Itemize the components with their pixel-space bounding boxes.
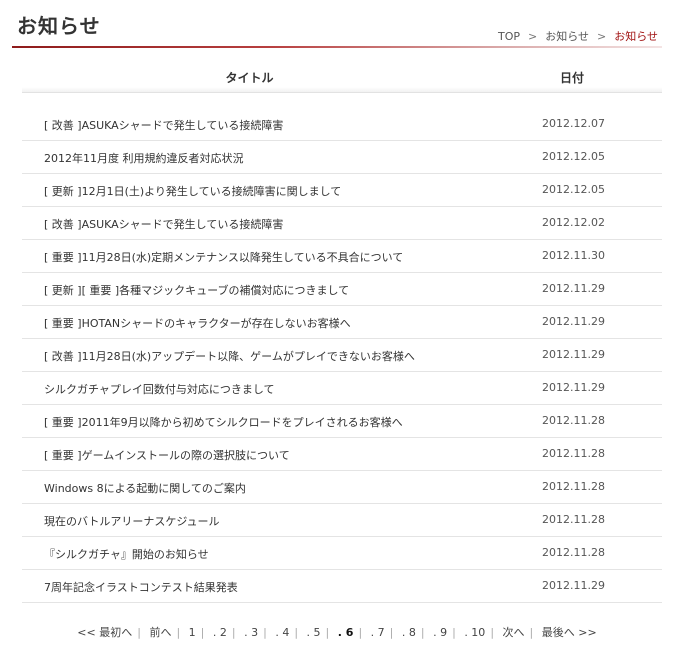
table-row: 7周年記念イラストコンテスト結果発表 2012.11.29 bbox=[22, 570, 662, 603]
notice-title-link[interactable]: 2012年11月度 利用規約違反者対応状況 bbox=[44, 150, 244, 166]
pagination-separator: | bbox=[358, 626, 363, 639]
pagination-separator: | bbox=[263, 626, 267, 639]
notice-date: 2012.11.28 bbox=[542, 414, 605, 427]
pagination-separator: | bbox=[176, 626, 181, 639]
pagination-page-8[interactable]: . 8 bbox=[397, 626, 421, 639]
pagination-separator: | bbox=[200, 626, 205, 639]
pagination-page-1[interactable]: 1 bbox=[184, 626, 201, 639]
notice-date: 2012.11.29 bbox=[542, 348, 605, 361]
table-row: 現在のバトルアリーナスケジュール 2012.11.28 bbox=[22, 504, 662, 537]
notice-list: [ 改善 ]ASUKAシャードで発生している接続障害 2012.12.07 201… bbox=[22, 108, 662, 603]
notice-title-link[interactable]: [ 重要 ]11月28日(水)定期メンテナンス以降発生している不具合について bbox=[44, 249, 403, 265]
notice-date: 2012.11.29 bbox=[542, 315, 605, 328]
pagination-page-3[interactable]: . 3 bbox=[239, 626, 263, 639]
pagination-next-link[interactable]: 次へ bbox=[498, 624, 530, 640]
table-row: 『シルクガチャ』開始のお知らせ 2012.11.28 bbox=[22, 537, 662, 570]
pagination-last-link[interactable]: 最後へ >> bbox=[537, 624, 602, 640]
pagination-separator: | bbox=[294, 626, 299, 639]
notice-title-link[interactable]: [ 重要 ]HOTANシャードのキャラクターが存在しないお客様へ bbox=[44, 315, 351, 331]
table-row: [ 重要 ]ゲームインストールの際の選択肢について 2012.11.28 bbox=[22, 438, 662, 471]
notice-date: 2012.11.29 bbox=[542, 381, 605, 394]
table-row: Windows 8による起動に関してのご案内 2012.11.28 bbox=[22, 471, 662, 504]
notice-date: 2012.11.28 bbox=[542, 546, 605, 559]
notice-date: 2012.11.29 bbox=[542, 282, 605, 295]
pagination-separator: | bbox=[490, 626, 495, 639]
notice-date: 2012.11.30 bbox=[542, 249, 605, 262]
column-header-title: タイトル bbox=[225, 71, 274, 85]
pagination-page-2[interactable]: . 2 bbox=[208, 626, 232, 639]
breadcrumb-top-link[interactable]: TOP bbox=[498, 30, 520, 43]
column-header-date: 日付 bbox=[559, 71, 584, 85]
pagination-page-7[interactable]: . 7 bbox=[366, 626, 390, 639]
notice-title-link[interactable]: シルクガチャプレイ回数付与対応につきまして bbox=[44, 381, 275, 397]
pagination-first-link[interactable]: << 最初へ bbox=[72, 624, 137, 640]
page-title: お知らせ bbox=[17, 14, 101, 38]
notice-title-link[interactable]: [ 改善 ]ASUKAシャードで発生している接続障害 bbox=[44, 117, 283, 133]
pagination-separator: | bbox=[325, 626, 330, 639]
pagination-separator: | bbox=[231, 626, 236, 639]
table-header: タイトル 日付 bbox=[22, 60, 662, 93]
pagination-page-10[interactable]: . 10 bbox=[459, 626, 490, 639]
notice-date: 2012.11.28 bbox=[542, 447, 605, 460]
notice-title-link[interactable]: 『シルクガチャ』開始のお知らせ bbox=[44, 546, 209, 562]
table-row: [ 改善 ]11月28日(水)アップデート以降、ゲームがプレイできないお客様へ 2… bbox=[22, 339, 662, 372]
breadcrumb-separator: > bbox=[597, 29, 607, 43]
notice-date: 2012.11.28 bbox=[542, 513, 605, 526]
notice-title-link[interactable]: [ 重要 ]2011年9月以降から初めてシルクロードをプレイされるお客様へ bbox=[44, 414, 403, 430]
notice-date: 2012.12.05 bbox=[542, 183, 605, 196]
notice-date: 2012.12.07 bbox=[542, 117, 605, 130]
notice-title-link[interactable]: [ 重要 ]ゲームインストールの際の選択肢について bbox=[44, 447, 290, 463]
breadcrumb-notice-link[interactable]: お知らせ bbox=[545, 28, 589, 44]
table-row: [ 改善 ]ASUKAシャードで発生している接続障害 2012.12.02 bbox=[22, 207, 662, 240]
breadcrumb-current: お知らせ bbox=[614, 30, 658, 43]
notice-date: 2012.12.05 bbox=[542, 150, 605, 163]
table-row: [ 重要 ]11月28日(水)定期メンテナンス以降発生している不具合について 20… bbox=[22, 240, 662, 273]
pagination-page-4[interactable]: . 4 bbox=[270, 626, 294, 639]
table-row: [ 更新 ][ 重要 ]各種マジックキューブの補償対応につきまして 2012.11… bbox=[22, 273, 662, 306]
breadcrumb-separator: > bbox=[528, 29, 538, 43]
breadcrumb: TOP > お知らせ > お知らせ bbox=[498, 28, 658, 44]
title-divider bbox=[12, 46, 662, 48]
pagination-separator: | bbox=[389, 626, 394, 639]
notice-title-link[interactable]: 現在のバトルアリーナスケジュール bbox=[44, 513, 220, 529]
pagination-separator: | bbox=[452, 626, 456, 639]
notice-date: 2012.11.28 bbox=[542, 480, 605, 493]
pagination-page-9[interactable]: . 9 bbox=[428, 626, 452, 639]
pagination: << 最初へ | 前へ | 1 | . 2 | . 3 | . 4 | . 5 | . 6 | … bbox=[0, 624, 674, 640]
table-row: [ 改善 ]ASUKAシャードで発生している接続障害 2012.12.07 bbox=[22, 108, 662, 141]
pagination-separator: | bbox=[529, 626, 534, 639]
table-row: [ 重要 ]2011年9月以降から初めてシルクロードをプレイされるお客様へ 201… bbox=[22, 405, 662, 438]
pagination-page-current: . 6 bbox=[337, 626, 354, 639]
notice-title-link[interactable]: [ 更新 ][ 重要 ]各種マジックキューブの補償対応につきまして bbox=[44, 282, 349, 298]
table-row: [ 更新 ]12月1日(土)より発生している接続障害に関しまして 2012.12.… bbox=[22, 174, 662, 207]
notice-title-link[interactable]: [ 改善 ]ASUKAシャードで発生している接続障害 bbox=[44, 216, 283, 232]
notice-title-link[interactable]: Windows 8による起動に関してのご案内 bbox=[44, 480, 246, 496]
notice-title-link[interactable]: [ 更新 ]12月1日(土)より発生している接続障害に関しまして bbox=[44, 183, 341, 199]
notice-title-link[interactable]: 7周年記念イラストコンテスト結果発表 bbox=[44, 579, 238, 595]
pagination-separator: | bbox=[420, 626, 425, 639]
table-row: シルクガチャプレイ回数付与対応につきまして 2012.11.29 bbox=[22, 372, 662, 405]
pagination-separator: | bbox=[137, 626, 141, 639]
table-row: 2012年11月度 利用規約違反者対応状況 2012.12.05 bbox=[22, 141, 662, 174]
notice-date: 2012.11.29 bbox=[542, 579, 605, 592]
pagination-page-5[interactable]: . 5 bbox=[302, 626, 326, 639]
notice-title-link[interactable]: [ 改善 ]11月28日(水)アップデート以降、ゲームがプレイできないお客様へ bbox=[44, 348, 415, 364]
pagination-prev-link[interactable]: 前へ bbox=[144, 624, 176, 640]
notice-date: 2012.12.02 bbox=[542, 216, 605, 229]
table-row: [ 重要 ]HOTANシャードのキャラクターが存在しないお客様へ 2012.11.… bbox=[22, 306, 662, 339]
